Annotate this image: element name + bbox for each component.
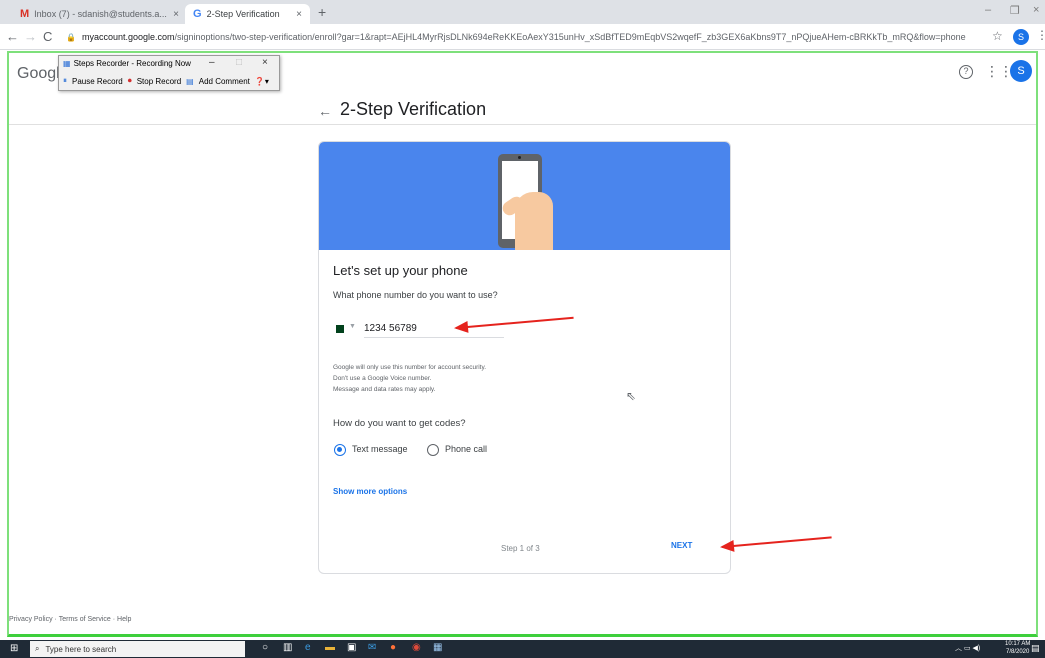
info-line: Don't use a Google Voice number. — [333, 375, 432, 382]
lock-icon: 🔒 — [66, 32, 76, 42]
browser-profile-avatar[interactable]: S — [1013, 29, 1029, 45]
arrow-head — [453, 320, 469, 335]
steps-recorder-window: ▦ Steps Recorder - Recording Now – □ × ⏸… — [58, 55, 280, 91]
taskbar-clock[interactable]: 10:17 AM 7/8/2020 — [1005, 640, 1030, 656]
system-tray-icons[interactable]: ︿ ▭ ◀) — [955, 643, 980, 653]
gmail-icon: M — [20, 8, 30, 20]
pause-icon: ⏸ — [63, 76, 67, 85]
phone-question: What phone number do you want to use? — [333, 290, 498, 300]
next-button[interactable]: NEXT — [671, 541, 692, 550]
tab-inbox[interactable]: M Inbox (7) - sdanish@students.a... × — [12, 4, 187, 24]
pakistan-flag-icon[interactable] — [333, 325, 344, 333]
country-dropdown-icon[interactable]: ▼ — [349, 323, 356, 330]
reload-icon[interactable]: C — [43, 29, 52, 44]
file-explorer-icon[interactable]: ▬ — [325, 642, 335, 653]
new-tab-button[interactable]: + — [318, 4, 326, 20]
tab-label: 2-Step Verification — [206, 9, 280, 19]
url-path: /signinoptions/two-step-verification/enr… — [174, 32, 966, 42]
setup-phone-card: Let's set up your phone What phone numbe… — [318, 141, 731, 574]
info-line: Google will only use this number for acc… — [333, 364, 487, 371]
restore-button[interactable]: ❐ — [1010, 4, 1020, 17]
steps-recorder-title: ▦ Steps Recorder - Recording Now — [63, 59, 191, 68]
phone-number-input[interactable] — [364, 320, 504, 338]
stop-icon: ⏺ — [127, 76, 132, 85]
help-icon[interactable]: ? — [959, 65, 973, 79]
tab-label: Inbox (7) - sdanish@students.a... — [34, 9, 167, 19]
privacy-policy-link[interactable]: Privacy Policy — [9, 616, 53, 623]
comment-icon: ▤ — [186, 76, 194, 86]
tab-2-step-verification[interactable]: G 2-Step Verification × — [185, 4, 310, 24]
add-comment-button[interactable]: Add Comment — [199, 77, 250, 86]
bookmark-star-icon[interactable]: ☆ — [992, 29, 1003, 43]
windows-start-icon[interactable]: ⊞ — [10, 643, 18, 654]
cortana-icon[interactable]: ○ — [262, 642, 268, 653]
taskbar-search-box[interactable]: ⌕ Type here to search — [30, 641, 245, 657]
search-icon: ⌕ — [35, 644, 40, 653]
firefox-icon[interactable]: ● — [390, 642, 396, 653]
page-footer: Privacy Policy · Terms of Service · Help — [9, 616, 131, 623]
back-arrow-icon[interactable]: ← — [318, 103, 332, 119]
text-message-label[interactable]: Text message — [352, 444, 408, 454]
google-icon: G — [193, 8, 202, 20]
tab-close-icon[interactable]: × — [296, 9, 302, 20]
info-line: Message and data rates may apply. — [333, 386, 436, 393]
address-bar: ← → C 🔒 myaccount.google.com /signinopti… — [0, 24, 1045, 50]
hand-illustration — [515, 192, 553, 250]
mouse-cursor-icon: ⇖ — [626, 389, 637, 403]
steps-recorder-title-text: Steps Recorder - Recording Now — [73, 59, 191, 68]
phone-call-radio[interactable] — [427, 444, 439, 456]
show-more-options-link[interactable]: Show more options — [333, 487, 407, 496]
screen: M Inbox (7) - sdanish@students.a... × G … — [0, 0, 1045, 658]
back-nav-icon[interactable]: ← — [6, 29, 19, 44]
card-heading: Let's set up your phone — [333, 263, 468, 278]
mail-icon[interactable]: ✉ — [368, 642, 376, 653]
account-avatar[interactable]: S — [1010, 60, 1032, 82]
windows-taskbar: ⊞ ⌕ Type here to search ○ ▥ e ▬ ▣ ✉ ● ◉ … — [0, 640, 1045, 658]
url-field[interactable]: 🔒 myaccount.google.com /signinoptions/tw… — [66, 28, 981, 46]
arrow-head — [719, 539, 735, 554]
browser-tabstrip: M Inbox (7) - sdanish@students.a... × G … — [0, 0, 1045, 24]
steps-recorder-toolbar: ⏸ Pause Record ⏺ Stop Record ▤ Add Comme… — [63, 76, 269, 86]
step-indicator: Step 1 of 3 — [501, 544, 540, 553]
clock-date: 7/8/2020 — [1006, 649, 1030, 655]
help-dropdown-icon[interactable]: ❓▾ — [255, 77, 269, 86]
phone-info-text: Google will only use this number for acc… — [333, 362, 486, 395]
task-view-icon[interactable]: ▥ — [283, 642, 292, 653]
tab-close-icon[interactable]: × — [173, 9, 179, 20]
text-message-radio[interactable] — [334, 444, 346, 456]
phone-camera — [518, 156, 521, 159]
page-title: 2-Step Verification — [340, 99, 487, 119]
pause-record-button[interactable]: Pause Record — [72, 77, 123, 86]
codes-question: How do you want to get codes? — [333, 418, 466, 429]
steps-recorder-icon: ▦ — [63, 59, 71, 68]
taskbar-search-placeholder: Type here to search — [45, 644, 117, 654]
chrome-icon[interactable]: ◉ — [412, 642, 421, 653]
close-window-button[interactable]: × — [1033, 4, 1039, 16]
browser-menu-icon[interactable]: ⋮ — [1036, 28, 1045, 42]
phone-banner-illustration — [319, 142, 730, 250]
store-icon[interactable]: ▣ — [347, 642, 356, 653]
edge-icon[interactable]: e — [305, 642, 311, 653]
steps-minimize-button[interactable]: – — [209, 57, 215, 68]
url-host: myaccount.google.com — [81, 32, 175, 42]
clock-time: 10:17 AM — [1005, 641, 1031, 647]
forward-nav-icon[interactable]: → — [24, 29, 37, 44]
phone-call-label[interactable]: Phone call — [445, 444, 487, 454]
help-link[interactable]: Help — [117, 616, 131, 623]
steps-recorder-taskbar-icon[interactable]: ▦ — [433, 642, 442, 653]
steps-maximize-button[interactable]: □ — [236, 57, 242, 68]
stop-record-button[interactable]: Stop Record — [137, 77, 181, 86]
minimize-button[interactable]: – — [985, 4, 991, 16]
steps-close-button[interactable]: × — [262, 57, 268, 68]
notification-icon[interactable]: ▤ — [1031, 643, 1040, 654]
terms-of-service-link[interactable]: Terms of Service — [59, 616, 111, 623]
